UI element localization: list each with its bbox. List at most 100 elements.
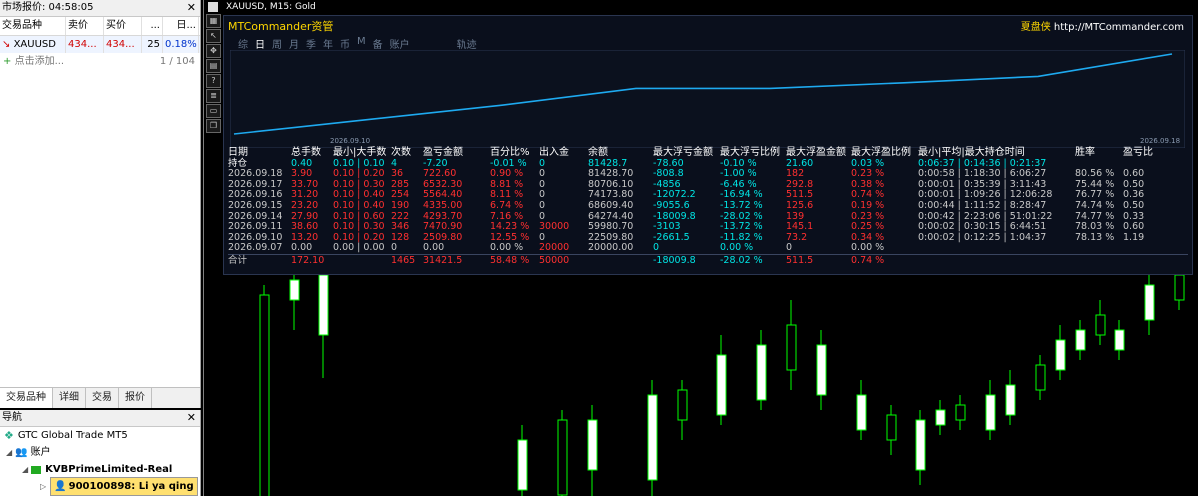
cell: 余额 xyxy=(588,147,608,158)
candle-body xyxy=(1095,314,1106,336)
cell: 0.00 | 0.00 xyxy=(333,242,385,254)
cell: 0:00:44 | 1:11:52 | 8:28:47 xyxy=(918,199,1047,211)
curve-background xyxy=(230,50,1185,148)
account-selection[interactable]: 👤 900100898: Li ya qing xyxy=(50,477,198,496)
cell: 合计 xyxy=(228,254,248,266)
cell: -13.72 % xyxy=(720,199,763,211)
close-icon[interactable]: ✕ xyxy=(187,0,196,16)
candle-body xyxy=(935,409,946,426)
cell: -18009.8 xyxy=(653,254,696,266)
panel-url: http://MTCommander.com xyxy=(1053,22,1184,33)
cell: 0 xyxy=(539,199,546,211)
column-header-daily-change[interactable]: 日... xyxy=(163,17,199,35)
file-icon[interactable]: ▤ xyxy=(206,59,221,73)
move-icon[interactable]: ✥ xyxy=(206,44,221,58)
cell: 74.74 % xyxy=(1075,199,1115,211)
expand-icon[interactable]: ◢ xyxy=(6,444,12,461)
cell: 58.48 % xyxy=(490,254,530,266)
candle-body xyxy=(557,419,568,496)
users-icon: 👥 xyxy=(15,447,28,458)
chart-toolbar: ▦ ↖ ✥ ▤ ? ≣ ▭ ❐ xyxy=(206,14,221,134)
market-watch-tabs: 交易品种 详细 交易 报价 xyxy=(0,387,200,408)
list-icon[interactable]: ≣ xyxy=(206,89,221,103)
period-tab-2[interactable]: 周 xyxy=(272,36,282,51)
track-tab[interactable]: 轨迹 xyxy=(457,36,477,51)
panel-brand: 夏盘侠 xyxy=(1020,22,1051,33)
column-header-ask[interactable]: 买价 xyxy=(104,17,142,35)
candle-body xyxy=(886,414,897,441)
grid-icon[interactable]: ▦ xyxy=(206,14,221,28)
window-icon[interactable]: ▭ xyxy=(206,104,221,118)
symbol-row-xauusd[interactable]: ↘ XAUUSD 434... 434... 25 0.18% xyxy=(0,36,200,53)
candle-body xyxy=(259,294,270,496)
candle-body xyxy=(756,344,767,401)
nav-item-account[interactable]: ▷ 👤 900100898: Li ya qing xyxy=(0,477,200,496)
question-icon[interactable]: ? xyxy=(206,74,221,88)
arrow-icon[interactable]: ↖ xyxy=(206,29,221,43)
tab-ticks[interactable]: 报价 xyxy=(119,388,152,408)
close-icon[interactable]: ✕ xyxy=(187,410,196,426)
period-tab-5[interactable]: 年 xyxy=(323,36,333,51)
candle-body xyxy=(716,354,727,416)
cell: 0.50 xyxy=(1123,199,1145,211)
candle-body xyxy=(289,279,300,301)
candle-body xyxy=(985,394,996,431)
panel-brand-link[interactable]: 夏盘侠 http://MTCommander.com xyxy=(1021,18,1184,33)
cell: 出入金 xyxy=(539,147,569,158)
period-tab-6[interactable]: 币 xyxy=(340,36,350,51)
nav-item-server[interactable]: ◢ KVBPrimeLimited-Real xyxy=(0,461,200,478)
candle-body xyxy=(786,324,797,371)
nav-item-platform[interactable]: ❖ GTC Global Trade MT5 xyxy=(0,427,200,444)
tab-trading[interactable]: 交易 xyxy=(86,388,119,408)
market-watch-title: 市场报价: 04:58:05 xyxy=(2,2,94,13)
candle-body xyxy=(318,274,329,336)
column-header-symbol[interactable]: 交易品种 xyxy=(0,17,66,35)
cell: -9055.6 xyxy=(653,199,690,211)
period-tab-3[interactable]: 月 xyxy=(289,36,299,51)
cell: 190 xyxy=(391,199,410,211)
tab-symbols[interactable]: 交易品种 xyxy=(0,388,53,408)
candle-body xyxy=(816,344,827,396)
period-tab-0[interactable]: 综 xyxy=(238,36,248,51)
candle-body xyxy=(1055,339,1066,371)
period-tab-8[interactable]: 备 xyxy=(373,36,383,51)
symbol-count: 1 / 104 xyxy=(159,56,195,67)
add-symbol-cell: + 点击添加... xyxy=(3,53,64,70)
navigator-title: 导航 xyxy=(2,412,22,423)
cell: 总手数 xyxy=(291,147,321,158)
column-header-bid[interactable]: 卖价 xyxy=(66,17,104,35)
expand-icon[interactable]: ◢ xyxy=(22,461,28,478)
nav-platform-label: GTC Global Trade MT5 xyxy=(17,430,128,441)
period-tab-4[interactable]: 季 xyxy=(306,36,316,51)
spread-cell: 25 xyxy=(142,36,163,53)
cube-icon: ❖ xyxy=(4,429,14,442)
period-tab-7[interactable]: M xyxy=(357,36,366,51)
cell: 0:00:02 | 0:12:25 | 1:04:37 xyxy=(918,231,1047,243)
down-arrow-icon: ↘ xyxy=(2,39,11,50)
collapse-icon[interactable]: ▷ xyxy=(40,478,46,495)
chart-title-bar: XAUUSD, M15: Gold xyxy=(204,0,1198,14)
period-tab-9[interactable]: 账户 xyxy=(390,36,410,51)
column-header-spread[interactable]: ... xyxy=(142,17,163,35)
chart-window[interactable]: XAUUSD, M15: Gold ▦ ↖ ✥ ▤ ? ≣ ▭ ❐ MTComm… xyxy=(203,0,1198,496)
cell: 511.5 xyxy=(786,254,814,266)
tab-details[interactable]: 详细 xyxy=(53,388,86,408)
navigator-panel: 导航 ✕ ❖ GTC Global Trade MT5 ◢ 👥 账户 ◢ KVB… xyxy=(0,410,201,496)
restore-icon[interactable]: ❐ xyxy=(206,119,221,133)
curve-end-label: 2026.09.18 xyxy=(1140,137,1180,145)
cell: 最大浮亏比例 xyxy=(720,147,780,158)
change-cell: 0.18% xyxy=(163,36,199,53)
cell: 最小|平均|最大持仓时间 xyxy=(918,147,1025,158)
candle-body xyxy=(1144,284,1155,321)
nav-item-accounts[interactable]: ◢ 👥 账户 xyxy=(0,444,200,461)
cell: 23.20 xyxy=(291,199,319,211)
candle-body xyxy=(856,394,867,431)
add-symbol-row[interactable]: + 点击添加... 1 / 104 xyxy=(0,53,200,70)
cell: 20000 xyxy=(539,242,570,254)
period-tab-1[interactable]: 日 xyxy=(255,36,265,51)
cell: 0.10 | 0.40 xyxy=(333,199,385,211)
candle-body xyxy=(677,389,688,421)
chart-title: XAUUSD, M15: Gold xyxy=(226,2,316,12)
navigator-title-bar: 导航 ✕ xyxy=(0,410,200,427)
candle-body xyxy=(915,419,926,471)
